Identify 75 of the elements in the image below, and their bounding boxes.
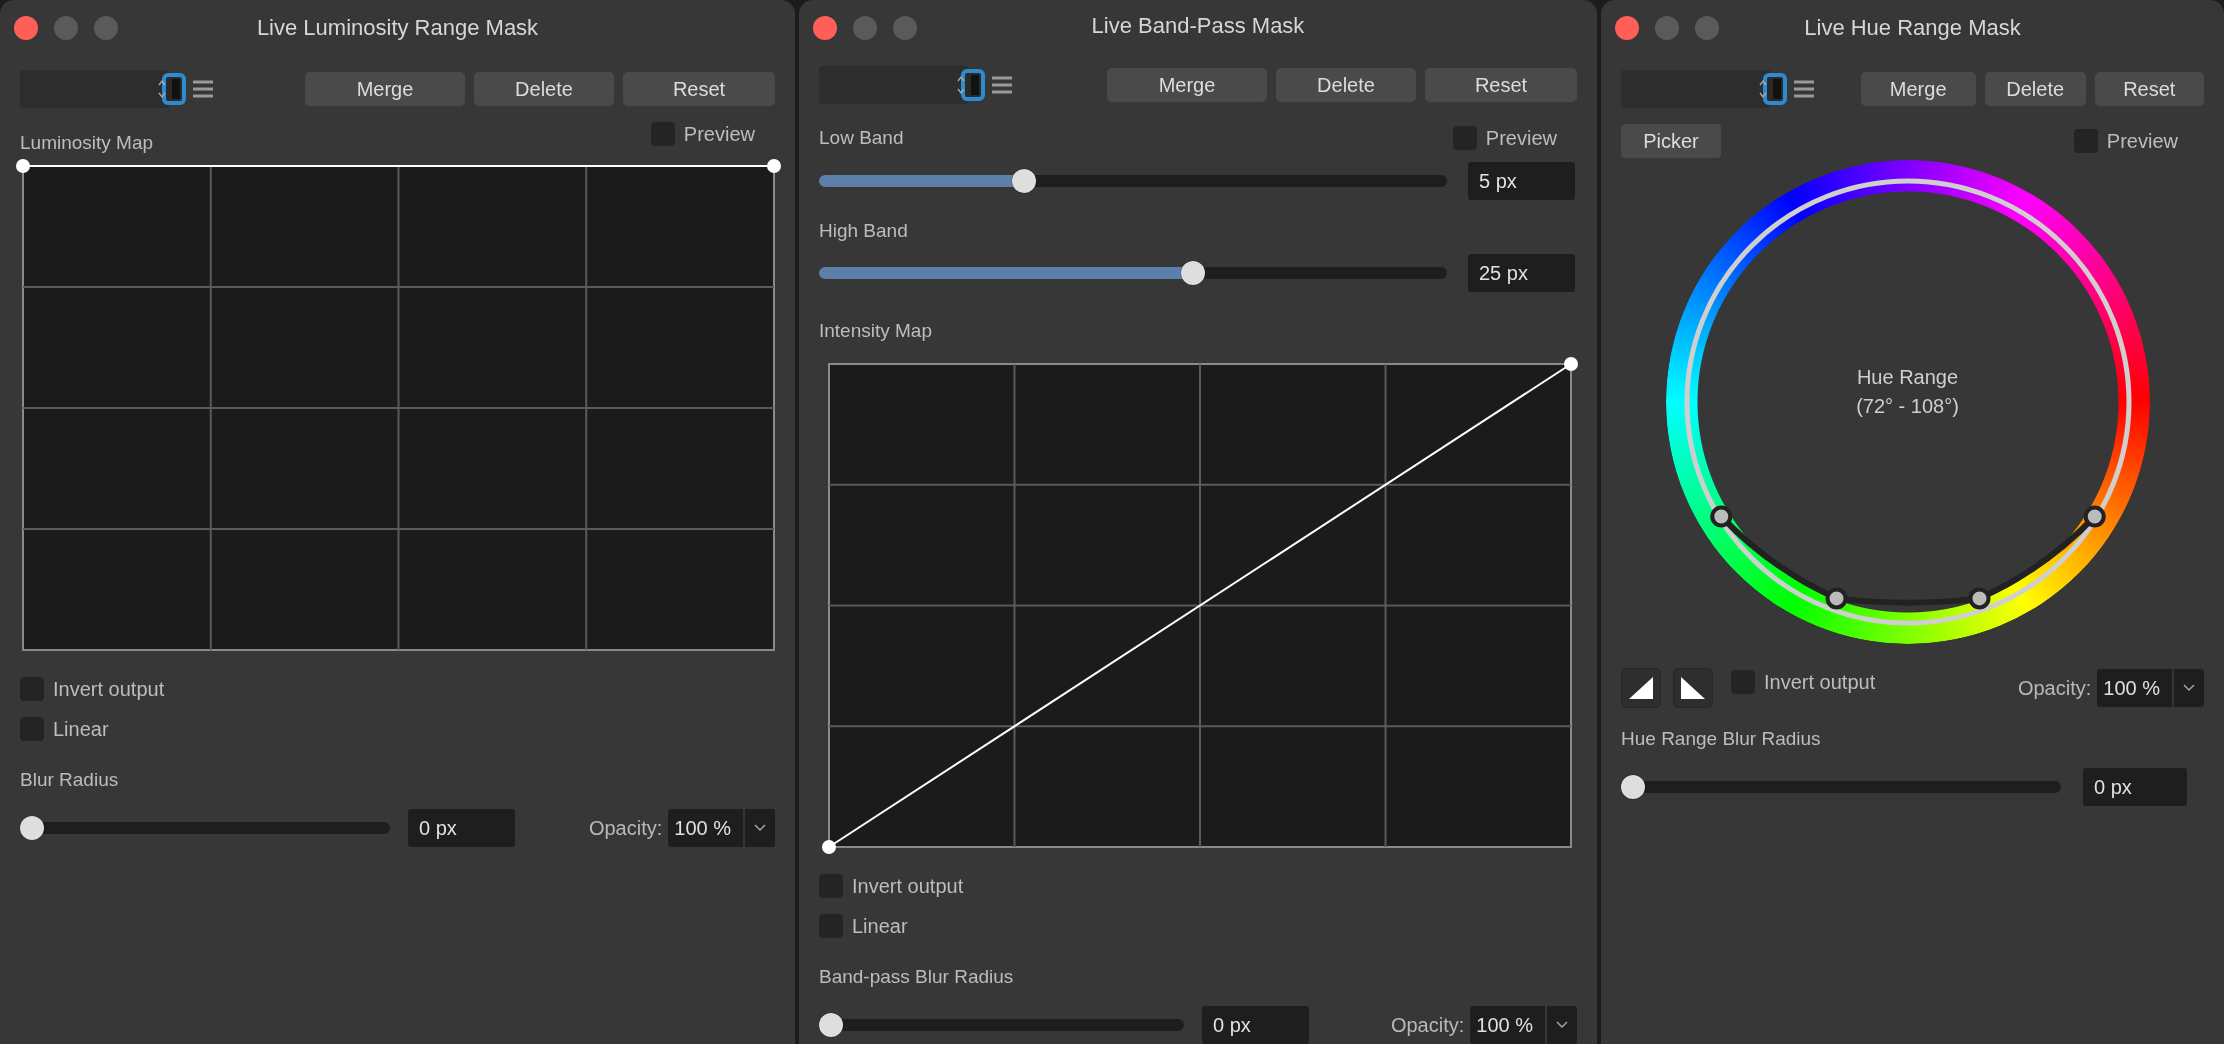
hue-range-value: (72° - 108°) (1856, 395, 1959, 418)
merge-button[interactable]: Merge (1860, 72, 1976, 106)
window-title: Live Luminosity Range Mask (256, 15, 539, 41)
delete-button[interactable]: Delete (474, 72, 614, 106)
opacity-combobox[interactable]: 100 % (668, 809, 775, 847)
slider[interactable] (819, 1013, 1184, 1037)
preset-field[interactable] (20, 70, 170, 108)
preset-field[interactable] (1621, 70, 1771, 108)
slider-thumb[interactable] (1621, 775, 1645, 799)
reset-button[interactable]: Reset (623, 72, 775, 106)
range-handle[interactable] (1825, 587, 1847, 610)
slider[interactable] (1621, 775, 2061, 799)
ramp-down-button[interactable] (1673, 668, 1713, 708)
blur-radius-field[interactable]: 0 px (408, 809, 515, 847)
checkbox-label: Preview (683, 122, 755, 146)
section-label: Low Band (819, 127, 904, 149)
split-view-icon[interactable] (957, 68, 987, 102)
menu-icon[interactable] (1793, 79, 1815, 99)
blur-radius-field[interactable]: 0 px (1202, 1006, 1309, 1044)
reset-button[interactable]: Reset (1425, 68, 1577, 102)
section-label: Blur Radius (20, 769, 120, 791)
delete-button[interactable]: Delete (1276, 68, 1416, 102)
merge-button[interactable]: Merge (1107, 68, 1267, 102)
close-button[interactable] (813, 16, 837, 40)
blur-radius-field[interactable]: 0 px (2083, 768, 2187, 806)
checkbox-label: Preview (2106, 129, 2178, 153)
merge-button[interactable]: Merge (305, 72, 465, 106)
checkbox-label: Invert output (53, 677, 165, 701)
section-label: Hue Range Blur Radius (1621, 728, 1822, 750)
opacity-label: Opacity: (1390, 1013, 1465, 1037)
opacity-label: Opacity: (2017, 676, 2092, 700)
chevron-icon[interactable] (754, 824, 766, 832)
checkbox-label: Linear (852, 914, 908, 938)
chevron-icon[interactable] (2183, 684, 2195, 692)
triangle-icon (1627, 675, 1655, 701)
menu-icon[interactable] (991, 75, 1013, 95)
checkbox-label: Linear (53, 717, 109, 741)
split-view-icon[interactable] (158, 72, 188, 106)
menu-icon[interactable] (192, 79, 214, 99)
slider[interactable] (20, 816, 390, 840)
triangle-icon (1679, 675, 1707, 701)
ramp-up-button[interactable] (1621, 668, 1661, 708)
opacity-combobox[interactable]: 100 % (1470, 1006, 1577, 1044)
window-title: Live Hue Range Mask (1804, 15, 2021, 41)
close-button[interactable] (14, 16, 38, 40)
picker-button[interactable]: Picker (1621, 124, 1721, 158)
opacity-label: Opacity: (588, 816, 663, 840)
band-width-field[interactable]: 25 px (1468, 254, 1575, 292)
preset-field[interactable] (819, 66, 969, 104)
chevron-icon[interactable] (1556, 1021, 1568, 1029)
delete-button[interactable]: Delete (1984, 72, 2086, 106)
close-button[interactable] (1615, 16, 1639, 40)
curve-graph[interactable] (821, 356, 1579, 855)
range-handle[interactable] (1968, 587, 1990, 610)
band-width-field[interactable]: 5 px (1468, 162, 1575, 200)
checkbox-label: Preview (1485, 126, 1557, 150)
wheel-title: Hue Range (1856, 366, 1959, 389)
section-label: Band-pass Blur Radius (819, 966, 1015, 988)
slider-thumb[interactable] (819, 1013, 843, 1037)
slider[interactable] (819, 261, 1447, 285)
opacity-combobox[interactable]: 100 % (2097, 669, 2204, 707)
section-label: Luminosity Map (20, 132, 154, 154)
slider-thumb[interactable] (20, 816, 44, 840)
slider-thumb[interactable] (1012, 169, 1037, 193)
window-title: Live Band-Pass Mask (1091, 13, 1305, 39)
slider-thumb[interactable] (1181, 261, 1206, 285)
reset-button[interactable]: Reset (2094, 72, 2204, 106)
range-handle[interactable] (2083, 505, 2106, 528)
slider[interactable] (819, 169, 1447, 193)
split-view-icon[interactable] (1759, 72, 1789, 106)
section-label: High Band (819, 220, 909, 242)
range-handle[interactable] (1709, 505, 1732, 528)
checkbox-label: Invert output (852, 874, 964, 898)
section-label: Intensity Map (819, 320, 933, 342)
checkbox-label: Invert output (1764, 670, 1876, 694)
